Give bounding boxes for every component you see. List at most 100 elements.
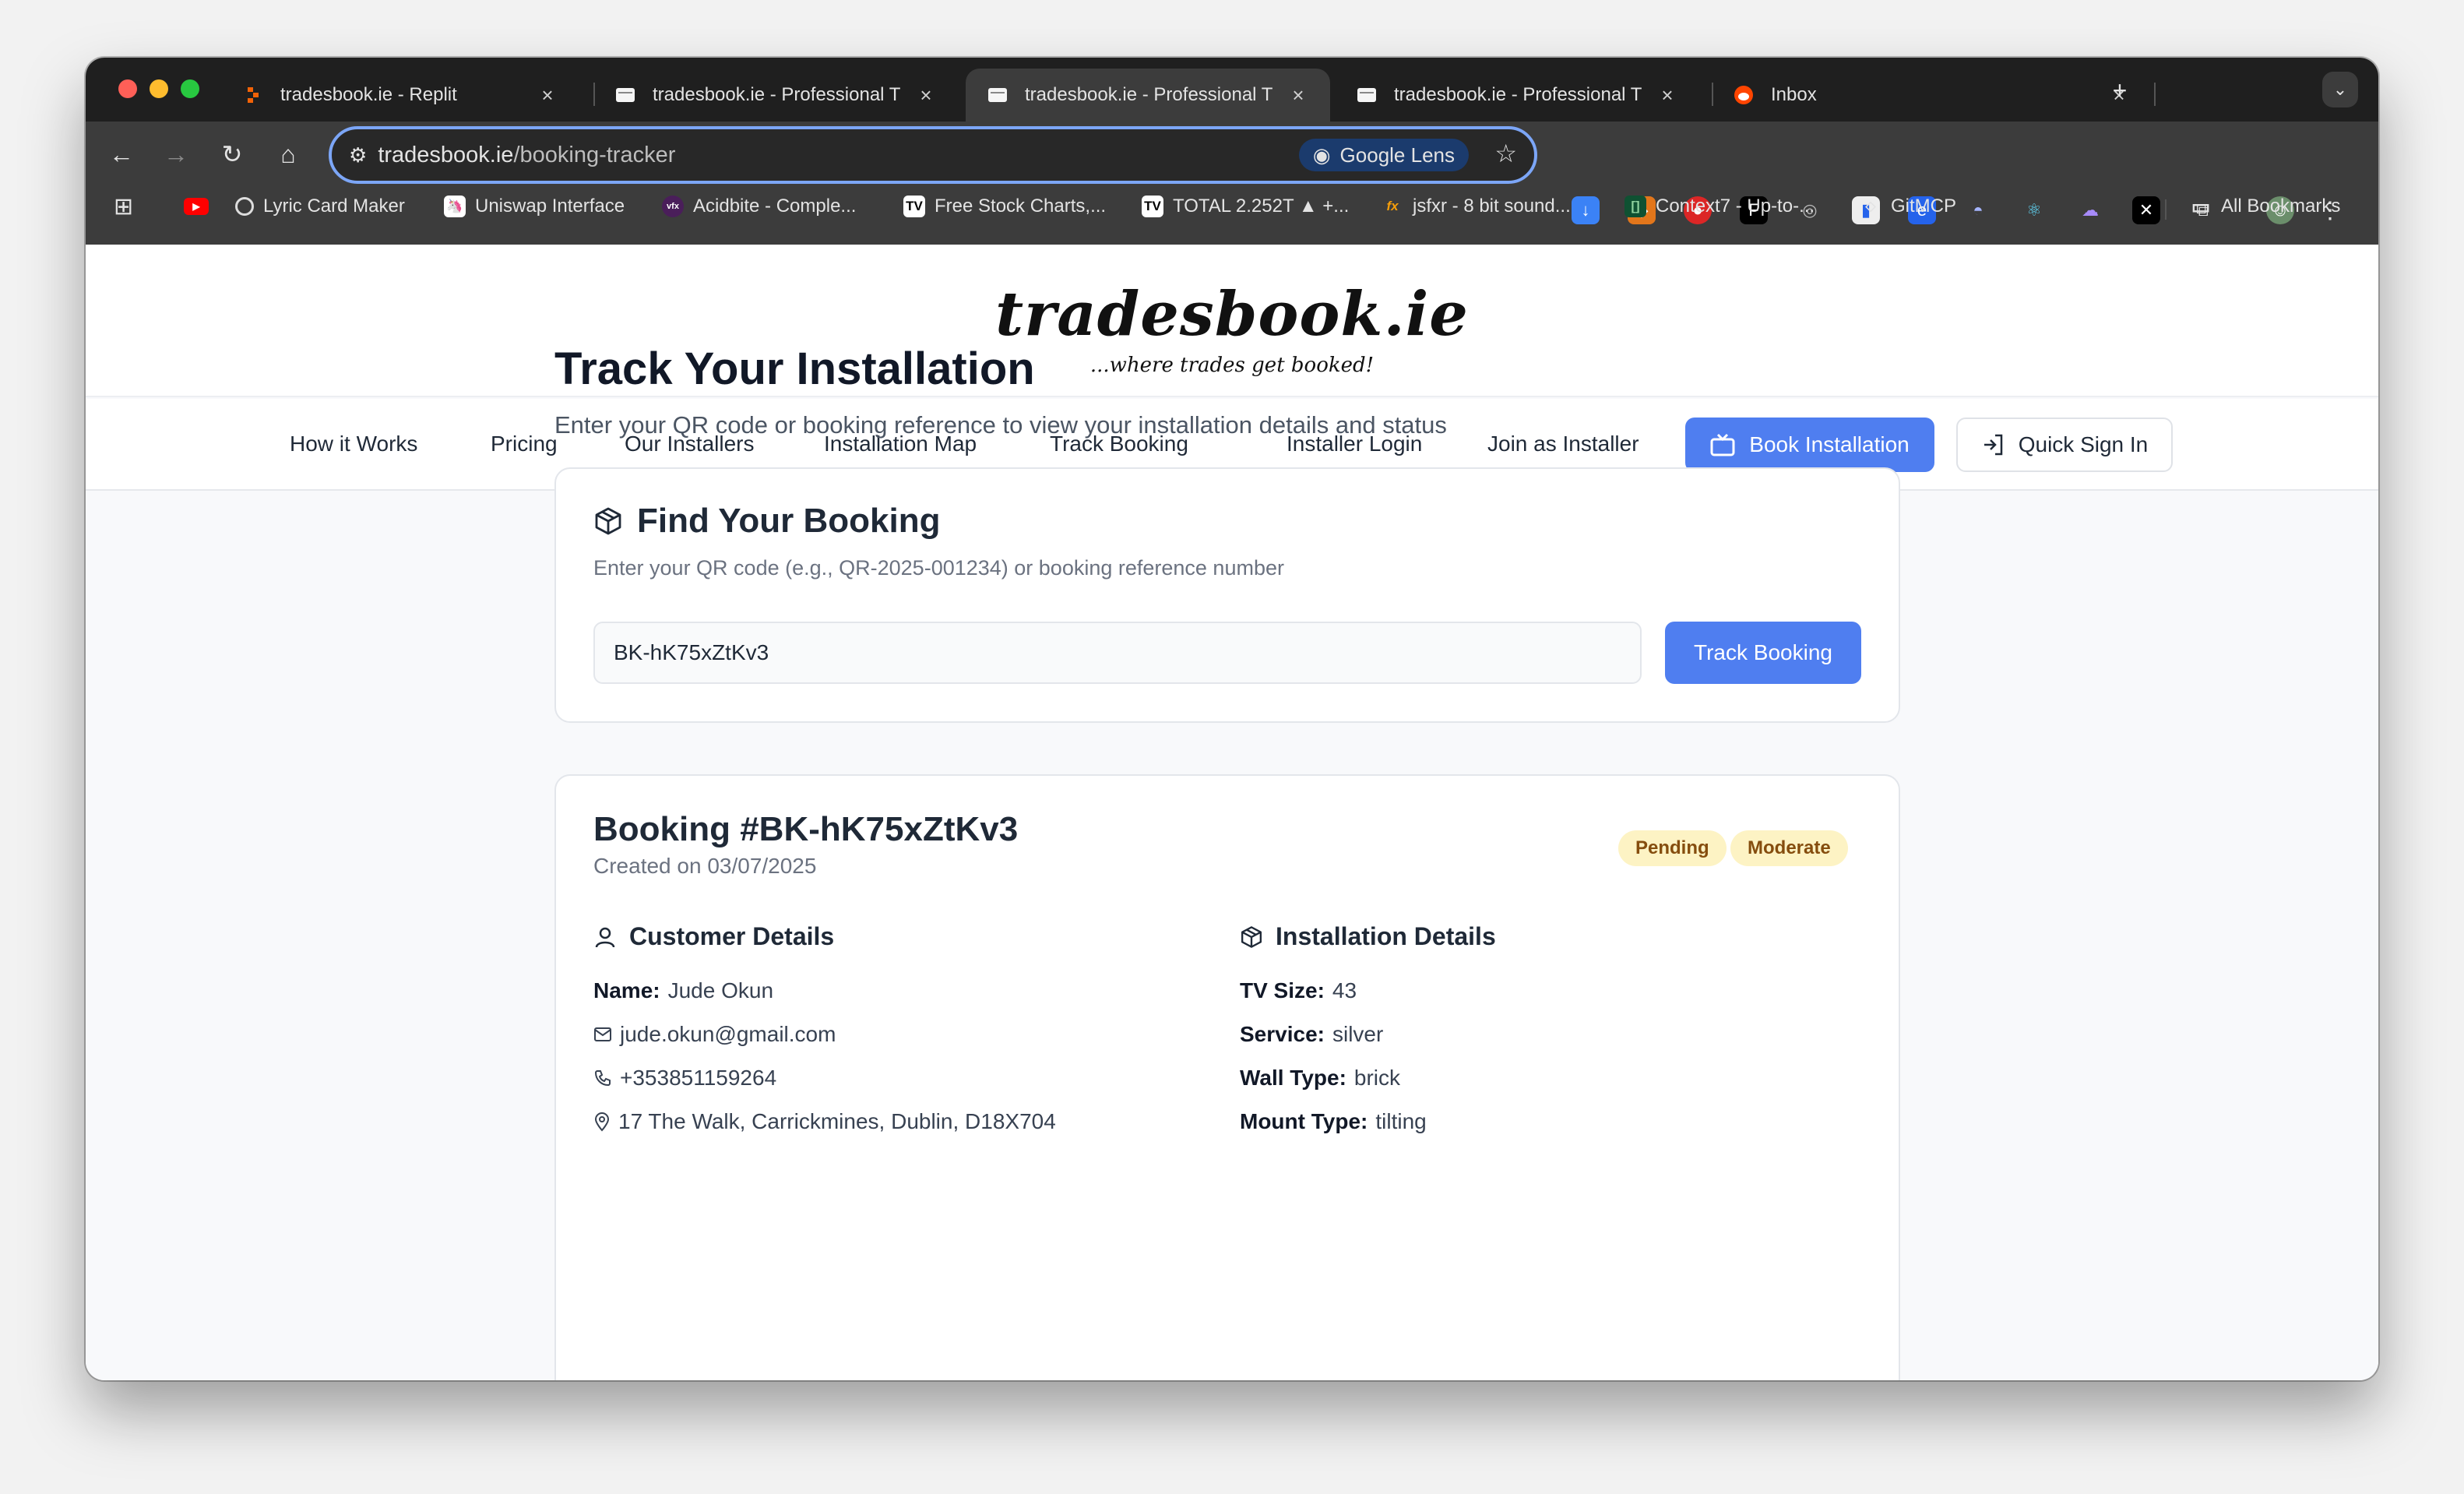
close-tab-icon[interactable]: × bbox=[1657, 83, 1677, 107]
browser-window: tradesbook.ie - Replit × tradesbook.ie -… bbox=[86, 58, 2378, 1380]
uniswap-icon: 🦄 bbox=[444, 196, 466, 217]
download-extension-icon[interactable]: ↓ bbox=[1572, 196, 1600, 224]
acidbite-icon: vfx bbox=[662, 196, 684, 217]
bookmark-item[interactable]: ◇ GitMCP bbox=[1860, 190, 1956, 223]
bookmark-item[interactable]: [] Context7 - Up-to-... bbox=[1624, 190, 1815, 223]
booking-reference-input[interactable]: BK-hK75xZtKv3 bbox=[593, 622, 1642, 684]
package-icon bbox=[1241, 925, 1262, 948]
nav-pricing[interactable]: Pricing bbox=[491, 432, 558, 456]
youtube-icon[interactable]: ▶ bbox=[184, 190, 218, 223]
maximize-window-button[interactable] bbox=[181, 79, 199, 98]
all-bookmarks-folder[interactable]: ▭ All Bookmarks bbox=[2190, 190, 2341, 223]
mail-icon bbox=[594, 1027, 611, 1041]
reddit-icon bbox=[1734, 85, 1754, 105]
tradingview-icon: TV bbox=[1142, 196, 1163, 217]
customer-phone-row: +353851159264 bbox=[593, 1066, 776, 1091]
page-title: Track Your Installation bbox=[554, 344, 1035, 394]
tv-icon bbox=[1710, 433, 1735, 456]
bookmark-item[interactable]: Lyric Card Maker bbox=[235, 190, 405, 223]
tab-strip: tradesbook.ie - Replit × tradesbook.ie -… bbox=[86, 58, 2378, 122]
site-icon bbox=[1357, 85, 1377, 105]
forward-icon[interactable]: → bbox=[159, 137, 193, 171]
find-booking-card: Find Your Booking Enter your QR code (e.… bbox=[554, 467, 1900, 723]
new-tab-button[interactable]: + bbox=[2089, 73, 2151, 107]
tab-title: tradesbook.ie - Replit bbox=[280, 84, 457, 105]
sign-in-icon bbox=[1984, 434, 2002, 456]
bookmark-star-icon[interactable]: ☆ bbox=[1494, 139, 1517, 168]
close-tab-icon[interactable]: × bbox=[916, 83, 936, 107]
quick-sign-in-button[interactable]: Quick Sign In bbox=[1956, 418, 2173, 472]
site-icon bbox=[615, 85, 635, 105]
difficulty-badge: Moderate bbox=[1730, 830, 1848, 866]
browser-tab[interactable]: Inbox × bbox=[1712, 69, 2151, 122]
address-bar[interactable]: ⚙ tradesbook.ie/booking-tracker ◉ Google… bbox=[329, 126, 1537, 184]
bookmark-item[interactable]: TV Free Stock Charts,... bbox=[903, 190, 1106, 223]
bookmark-item[interactable]: vfx Acidbite - Comple... bbox=[662, 190, 856, 223]
site-info-icon[interactable]: ⚙ bbox=[349, 143, 367, 167]
bookmark-item[interactable]: 🦄 Uniswap Interface bbox=[444, 190, 625, 223]
installation-details-heading: Installation Details bbox=[1240, 922, 1496, 951]
ghost-extension-icon[interactable]: ☁ bbox=[2076, 196, 2104, 224]
browser-toolbar: ← → ↻ ⌂ ⚙ tradesbook.ie/booking-tracker … bbox=[86, 122, 2378, 245]
react-devtools-icon[interactable]: ⚛ bbox=[2020, 196, 2048, 224]
browser-tab[interactable]: tradesbook.ie - Professional T × bbox=[1335, 69, 1699, 122]
site-logo[interactable]: tradesbook.ie bbox=[86, 279, 2378, 350]
close-window-button[interactable] bbox=[118, 79, 137, 98]
bookmark-item[interactable]: TV TOTAL 2.252T ▲ +... bbox=[1142, 190, 1349, 223]
url-text: tradesbook.ie/booking-tracker bbox=[378, 142, 676, 167]
phone-icon bbox=[594, 1070, 611, 1087]
nav-join-as-installer[interactable]: Join as Installer bbox=[1487, 432, 1639, 456]
tab-title: tradesbook.ie - Professional T bbox=[1025, 84, 1273, 105]
tab-title: tradesbook.ie - Professional T bbox=[1394, 84, 1642, 105]
page-viewport: tradesbook.ie ...where trades get booked… bbox=[86, 245, 2378, 1380]
jsfxr-icon: fx bbox=[1386, 199, 1399, 213]
lens-icon: ◉ bbox=[1312, 143, 1331, 167]
customer-details-heading: Customer Details bbox=[593, 922, 834, 951]
google-lens-button[interactable]: ◉ Google Lens bbox=[1298, 139, 1469, 171]
customer-address-row: 17 The Walk, Carrickmines, Dublin, D18X7… bbox=[593, 1109, 1056, 1134]
close-tab-icon[interactable]: × bbox=[1288, 83, 1308, 107]
site-tagline: ...where trades get booked! bbox=[1089, 354, 1375, 377]
site-icon bbox=[987, 85, 1008, 105]
duck-extension-icon[interactable]: ◓ bbox=[1964, 196, 1992, 224]
package-icon bbox=[595, 507, 621, 535]
bookmark-favicon-icon bbox=[235, 197, 254, 216]
mount-type-row: Mount Type: tilting bbox=[1240, 1109, 1427, 1133]
status-badge: Pending bbox=[1618, 830, 1727, 866]
nav-how-it-works[interactable]: How it Works bbox=[290, 432, 417, 456]
track-booking-button[interactable]: Track Booking bbox=[1665, 622, 1861, 684]
find-booking-title: Find Your Booking bbox=[593, 502, 940, 541]
gitmcp-icon: ◇ bbox=[1865, 199, 1876, 213]
wall-type-row: Wall Type: brick bbox=[1240, 1066, 1401, 1090]
tab-search-chevron-icon[interactable]: ⌄ bbox=[2322, 72, 2358, 107]
booking-created-date: Created on 03/07/2025 bbox=[593, 854, 817, 878]
folder-icon: ▭ bbox=[2191, 194, 2211, 218]
apps-grid-icon[interactable]: ⊞ bbox=[114, 190, 133, 223]
home-icon[interactable]: ⌂ bbox=[271, 137, 305, 171]
browser-tab[interactable]: tradesbook.ie - Professional T × bbox=[593, 69, 958, 122]
booking-details-card: Booking #BK-hK75xZtKv3 Created on 03/07/… bbox=[554, 774, 1900, 1380]
browser-tab[interactable]: tradesbook.ie - Replit × bbox=[221, 69, 579, 122]
find-booking-description: Enter your QR code (e.g., QR-2025-001234… bbox=[593, 556, 1284, 580]
back-icon[interactable]: ← bbox=[104, 137, 139, 171]
tv-size-row: TV Size: 43 bbox=[1240, 978, 1357, 1002]
bookmark-item[interactable]: fx jsfxr - 8 bit sound... bbox=[1382, 190, 1570, 223]
close-tab-icon[interactable]: × bbox=[537, 83, 558, 107]
replit-icon bbox=[243, 85, 263, 105]
book-installation-button[interactable]: Book Installation bbox=[1685, 418, 1934, 472]
user-icon bbox=[595, 927, 615, 947]
browser-tab-active[interactable]: tradesbook.ie - Professional T × bbox=[966, 69, 1330, 122]
customer-name-row: Name: Jude Okun bbox=[593, 978, 774, 1002]
tradingview-icon: TV bbox=[903, 196, 925, 217]
tab-title: Inbox bbox=[1771, 84, 1817, 105]
site-header: tradesbook.ie ...where trades get booked… bbox=[86, 245, 2378, 397]
context7-icon: [] bbox=[1624, 196, 1646, 217]
minimize-window-button[interactable] bbox=[150, 79, 168, 98]
map-pin-icon bbox=[594, 1112, 610, 1132]
page-subtitle: Enter your QR code or booking reference … bbox=[554, 411, 1447, 439]
service-row: Service: silver bbox=[1240, 1022, 1384, 1046]
booking-title: Booking #BK-hK75xZtKv3 bbox=[593, 810, 1019, 848]
reload-icon[interactable]: ↻ bbox=[215, 137, 249, 171]
tab-title: tradesbook.ie - Professional T bbox=[653, 84, 901, 105]
x-extension-icon[interactable]: ✕ bbox=[2132, 196, 2160, 224]
